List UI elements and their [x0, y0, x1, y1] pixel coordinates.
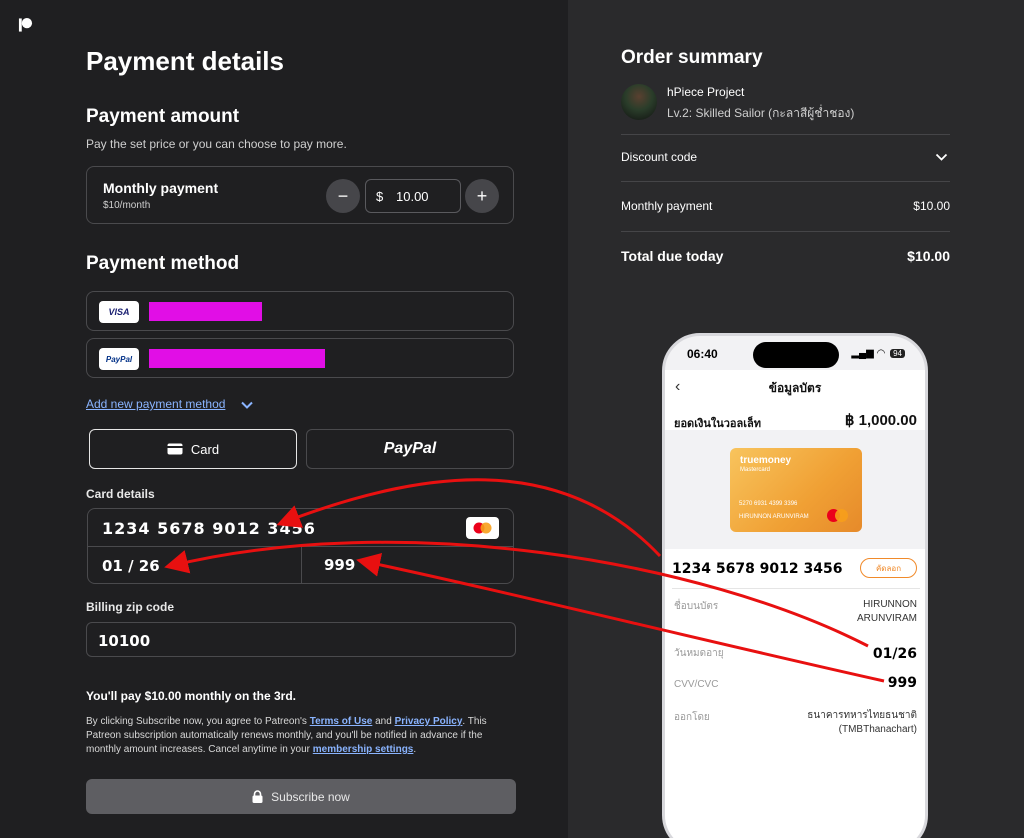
card-name-line: HIRUNNON — [863, 599, 917, 610]
decrease-amount-button[interactable]: − — [326, 179, 360, 213]
discount-code-toggle[interactable]: Discount code — [621, 150, 697, 164]
saved-paypal-method[interactable]: PayPal — [86, 338, 514, 378]
payment-amount-heading: Payment amount — [86, 106, 240, 127]
divider — [672, 588, 920, 589]
terms-of-use-link[interactable]: Terms of Use — [310, 716, 373, 727]
battery-icon: 94 — [890, 349, 905, 358]
zip-input[interactable]: 10100 — [86, 622, 516, 657]
copy-button: คัดลอก — [860, 558, 917, 578]
paypal-icon: PayPal — [99, 348, 139, 370]
mastercard-icon — [466, 517, 499, 539]
card-name-label: ชื่อบนบัตร — [674, 601, 719, 612]
patreon-logo-icon[interactable] — [18, 17, 33, 33]
add-payment-method-link[interactable]: Add new payment method — [86, 397, 225, 411]
tier-name: Lv.2: Skilled Sailor (กะลาสีผู้ช่ำชอง) — [667, 106, 855, 120]
card-info-list — [665, 549, 925, 838]
visa-icon: VISA — [99, 301, 139, 323]
membership-settings-link[interactable]: membership settings — [313, 744, 414, 755]
redacted-paypal-details — [149, 349, 325, 368]
tab-card-label: Card — [190, 441, 220, 457]
card-details-label: Card details — [86, 487, 155, 501]
issuer-line: (TMBThanachart) — [838, 724, 917, 735]
cvv-value: 999 — [887, 675, 917, 691]
issuer-value: ธนาคารทหารไทยธนชาติ (TMBThanachart) — [807, 709, 917, 737]
card-details-fields: 1234 5678 9012 3456 01 / 26 999 — [87, 508, 514, 584]
card-print-number: 5270 6931 4399 3396 — [739, 501, 798, 507]
issuer-line: ธนาคารทหารไทยธนชาติ — [807, 710, 917, 721]
payment-amount-subtitle: Pay the set price or you can choose to p… — [86, 137, 347, 151]
amount-input[interactable]: $ 10.00 — [365, 179, 461, 213]
card-cvv-field[interactable]: 999 — [324, 556, 355, 574]
dynamic-island — [753, 342, 839, 368]
card-brand-sub: Mastercard — [740, 467, 771, 473]
card-expiry-field[interactable]: 01 / 26 — [102, 557, 160, 575]
divider — [621, 181, 950, 182]
phone-time: 06:40 — [687, 347, 718, 361]
phone-status-icons: ▂▄▆ ◠ 94 — [851, 348, 905, 359]
saved-visa-method[interactable]: VISA — [86, 291, 514, 331]
redacted-visa-details — [149, 302, 262, 321]
legal-text-part: and — [372, 716, 395, 727]
card-print-name: HIRUNNON ARUNVIRAM — [739, 514, 809, 520]
legal-text-part: By clicking Subscribe now, you agree to … — [86, 716, 310, 727]
truemoney-logo: truemoney — [740, 455, 792, 466]
phone-screenshot: 06:40 ▂▄▆ ◠ 94 ‹ ข้อมูลบัตร ยอดเงินในวอล… — [662, 333, 928, 838]
legal-text-part: . — [413, 744, 417, 755]
divider — [621, 134, 950, 135]
divider — [621, 231, 950, 232]
signal-icon: ▂▄▆ — [851, 348, 874, 359]
phone-card-number: 1234 5678 9012 3456 — [672, 561, 843, 577]
wallet-balance-label: ยอดเงินในวอลเล็ท — [674, 418, 762, 430]
truemoney-card-image: truemoney Mastercard 5270 6931 4399 3396… — [730, 448, 862, 532]
mastercard-icon — [835, 509, 848, 522]
zip-value: 10100 — [98, 632, 151, 650]
creator-avatar — [621, 84, 657, 120]
expiry-value: 01/26 — [872, 646, 917, 662]
card-number-field[interactable]: 1234 5678 9012 3456 — [102, 519, 316, 538]
chevron-down-icon[interactable] — [240, 398, 254, 412]
increase-amount-button[interactable]: + — [465, 179, 499, 213]
currency-symbol: $ — [376, 189, 384, 204]
tab-card[interactable]: Card — [89, 429, 297, 469]
total-due-value: $10.00 — [907, 248, 950, 264]
credit-card-icon — [167, 443, 183, 455]
wifi-icon: ◠ — [876, 348, 886, 359]
summary-monthly-value: $10.00 — [913, 199, 950, 213]
monthly-payment-rate: $10/month — [103, 200, 151, 211]
payment-method-heading: Payment method — [86, 253, 240, 274]
chevron-down-icon[interactable] — [935, 152, 948, 162]
card-divider-vertical — [301, 547, 302, 584]
payment-note: You'll pay $10.00 monthly on the 3rd. — [86, 689, 297, 703]
issuer-label: ออกโดย — [674, 712, 710, 723]
tab-paypal[interactable]: PayPal — [306, 429, 514, 469]
cvv-label: CVV/CVC — [674, 679, 719, 690]
lock-icon — [252, 790, 263, 803]
page-title: Payment details — [86, 46, 284, 76]
phone-title: ข้อมูลบัตร — [768, 381, 822, 395]
legal-text: By clicking Subscribe now, you agree to … — [86, 715, 516, 757]
subscribe-button[interactable]: Subscribe now — [86, 779, 516, 814]
card-name-value: HIRUNNON ARUNVIRAM — [857, 598, 917, 626]
card-name-line: ARUNVIRAM — [856, 613, 917, 624]
monthly-payment-label: Monthly payment — [103, 180, 219, 196]
expiry-label: วันหมดอายุ — [674, 648, 724, 659]
monthly-payment-box: Monthly payment $10/month − $ 10.00 + — [86, 166, 514, 224]
total-due-label: Total due today — [621, 248, 724, 264]
summary-monthly-label: Monthly payment — [621, 199, 713, 213]
amount-value: 10.00 — [396, 189, 429, 204]
privacy-policy-link[interactable]: Privacy Policy — [395, 716, 463, 727]
wallet-balance-value: ฿ 1,000.00 — [844, 412, 917, 429]
subscribe-label: Subscribe now — [271, 789, 350, 804]
zip-label: Billing zip code — [86, 600, 175, 614]
order-summary-title: Order summary — [621, 47, 763, 68]
project-name: hPiece Project — [667, 85, 745, 99]
